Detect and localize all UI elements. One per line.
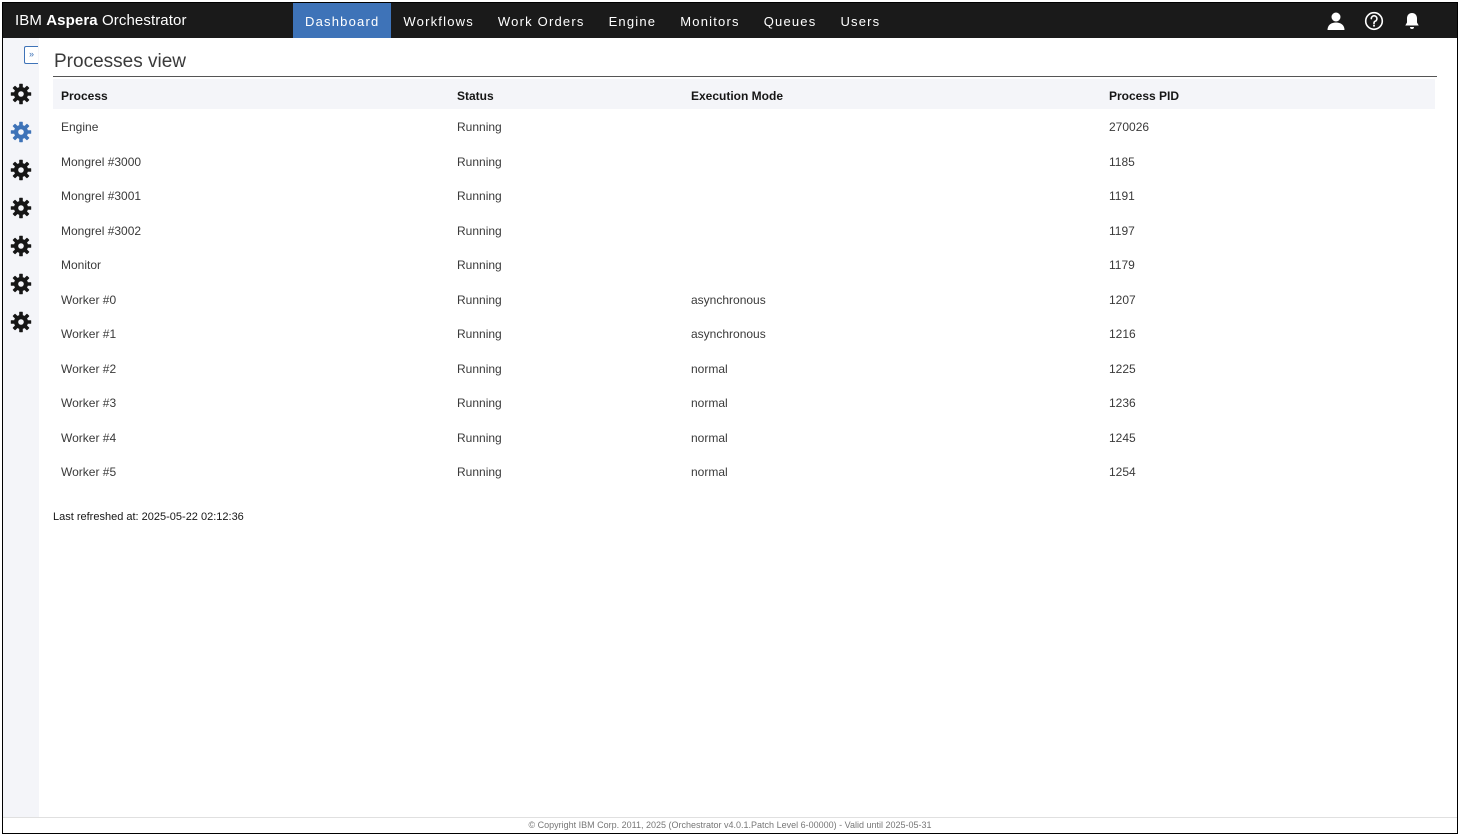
process-pid-cell: 1245 — [1109, 430, 1136, 445]
brand-prefix: IBM — [15, 12, 42, 29]
process-pid-cell: 1225 — [1109, 361, 1136, 376]
status-cell: Running — [457, 189, 502, 204]
gear-icon[interactable] — [10, 311, 32, 333]
process-pid-cell: 1216 — [1109, 327, 1136, 342]
execution-mode-cell: normal — [691, 361, 728, 376]
gear-icon[interactable] — [10, 83, 32, 105]
last-refreshed-text: Last refreshed at: 2025-05-22 02:12:36 — [53, 510, 244, 523]
process-cell: Worker #4 — [61, 430, 117, 445]
process-pid-cell: 1191 — [1109, 189, 1135, 204]
process-pid-cell: 270026 — [1109, 120, 1150, 135]
table-header-row: Process Status Execution Mode Process PI… — [53, 79, 1435, 109]
table-row[interactable]: Engine Running 270026 — [53, 109, 1435, 144]
status-cell: Running — [457, 430, 502, 445]
status-cell: Running — [457, 361, 502, 376]
execution-mode-cell: normal — [691, 396, 728, 411]
nav-tab-users[interactable]: Users — [828, 3, 892, 38]
process-cell: Worker #2 — [61, 361, 117, 376]
execution-mode-cell: asynchronous — [691, 327, 766, 342]
gear-icon[interactable] — [10, 235, 32, 257]
process-cell: Mongrel #3002 — [61, 223, 142, 238]
process-cell: Engine — [61, 120, 99, 135]
process-cell: Worker #1 — [61, 327, 117, 342]
status-cell: Running — [457, 465, 502, 480]
status-cell: Running — [457, 120, 502, 135]
processes-table: Process Status Execution Mode Process PI… — [53, 79, 1435, 489]
gear-icon[interactable] — [10, 121, 32, 143]
bell-icon[interactable] — [1393, 3, 1431, 38]
process-cell: Worker #0 — [61, 292, 117, 307]
nav-tab-work-orders[interactable]: Work Orders — [486, 3, 597, 38]
process-pid-cell: 1254 — [1109, 465, 1136, 480]
brand-logo[interactable]: IBM Aspera Orchestrator — [3, 12, 293, 29]
brand-suffix: Orchestrator — [102, 12, 187, 29]
gear-icon[interactable] — [10, 159, 32, 181]
brand-bold: Aspera — [46, 12, 98, 29]
processes-panel: Processes view Process Status Execution … — [53, 51, 1437, 523]
process-pid-cell: 1185 — [1109, 154, 1135, 169]
expand-sidebar-button[interactable]: » — [24, 46, 38, 64]
execution-mode-cell — [683, 213, 1101, 248]
execution-mode-cell: asynchronous — [691, 292, 766, 307]
top-icons — [1317, 3, 1457, 38]
gear-icon[interactable] — [10, 273, 32, 295]
column-header-execution-mode[interactable]: Execution Mode — [683, 79, 1101, 109]
execution-mode-cell — [683, 178, 1101, 213]
main-nav: Dashboard Workflows Work Orders Engine Monit… — [293, 3, 892, 38]
help-icon[interactable] — [1355, 3, 1393, 38]
column-header-process[interactable]: Process — [53, 79, 449, 109]
status-cell: Running — [457, 292, 502, 307]
execution-mode-cell — [683, 109, 1101, 144]
process-pid-cell: 1197 — [1109, 223, 1135, 238]
execution-mode-cell — [683, 144, 1101, 179]
copyright-footer: © Copyright IBM Corp. 2011, 2025 (Orches… — [3, 817, 1457, 833]
table-row[interactable]: Mongrel #3002 Running 1197 — [53, 213, 1435, 248]
status-cell: Running — [457, 258, 502, 273]
execution-mode-cell: normal — [691, 430, 728, 445]
nav-tab-engine[interactable]: Engine — [597, 3, 669, 38]
status-cell: Running — [457, 154, 502, 169]
execution-mode-cell — [683, 247, 1101, 282]
execution-mode-cell: normal — [691, 465, 728, 480]
process-cell: Mongrel #3001 — [61, 189, 142, 204]
table-row[interactable]: Worker #4 Running normal 1245 — [53, 420, 1435, 455]
top-navigation-bar: IBM Aspera Orchestrator Dashboard Workflo… — [3, 3, 1457, 38]
table-row[interactable]: Worker #1 Running asynchronous 1216 — [53, 316, 1435, 351]
table-row[interactable]: Worker #5 Running normal 1254 — [53, 454, 1435, 489]
gear-icon[interactable] — [10, 197, 32, 219]
column-header-process-pid[interactable]: Process PID — [1101, 79, 1435, 109]
table-row[interactable]: Monitor Running 1179 — [53, 247, 1435, 282]
status-cell: Running — [457, 396, 502, 411]
table-row[interactable]: Worker #3 Running normal 1236 — [53, 385, 1435, 420]
status-cell: Running — [457, 223, 502, 238]
process-cell: Worker #3 — [61, 396, 117, 411]
process-pid-cell: 1179 — [1109, 258, 1135, 273]
process-pid-cell: 1236 — [1109, 396, 1136, 411]
nav-tab-workflows[interactable]: Workflows — [391, 3, 486, 38]
nav-tab-queues[interactable]: Queues — [752, 3, 829, 38]
process-cell: Mongrel #3000 — [61, 154, 142, 169]
status-cell: Running — [457, 327, 502, 342]
page-title: Processes view — [53, 51, 1437, 77]
table-row[interactable]: Mongrel #3000 Running 1185 — [53, 144, 1435, 179]
nav-tab-dashboard[interactable]: Dashboard — [293, 3, 392, 38]
table-row[interactable]: Worker #0 Running asynchronous 1207 — [53, 282, 1435, 317]
column-header-status[interactable]: Status — [449, 79, 683, 109]
process-cell: Worker #5 — [61, 465, 117, 480]
process-cell: Monitor — [61, 258, 102, 273]
user-icon[interactable] — [1317, 3, 1355, 38]
table-row[interactable]: Worker #2 Running normal 1225 — [53, 351, 1435, 386]
nav-tab-monitors[interactable]: Monitors — [668, 3, 751, 38]
left-sidebar: » — [3, 38, 39, 817]
process-pid-cell: 1207 — [1109, 292, 1136, 307]
app-window: IBM Aspera Orchestrator Dashboard Workflo… — [2, 2, 1458, 834]
table-row[interactable]: Mongrel #3001 Running 1191 — [53, 178, 1435, 213]
